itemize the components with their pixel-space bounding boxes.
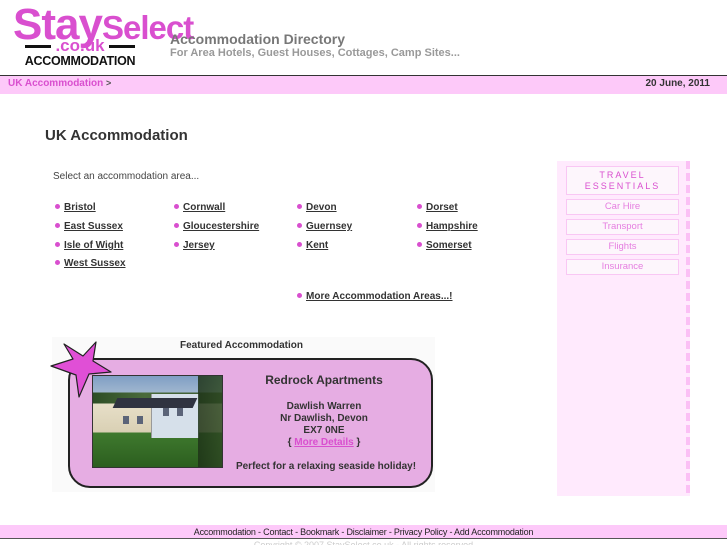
sidebar-item-flights[interactable]: Flights bbox=[566, 239, 679, 255]
bullet-icon bbox=[297, 241, 302, 247]
brace-open: { bbox=[287, 437, 292, 448]
area-link-guernsey[interactable]: Guernsey bbox=[306, 221, 352, 232]
area-item-jersey: Jersey bbox=[174, 240, 215, 251]
logo-domain-text: .co.uk bbox=[55, 36, 105, 55]
area-link-dorset[interactable]: Dorset bbox=[426, 202, 458, 213]
bullet-icon bbox=[174, 241, 179, 247]
bullet-icon bbox=[417, 222, 422, 228]
page-title: UK Accommodation bbox=[45, 127, 188, 144]
featured-heading: Featured Accommodation bbox=[180, 340, 303, 351]
bullet-icon bbox=[297, 222, 302, 228]
footer-link-accommodation[interactable]: Accommodation bbox=[194, 527, 256, 537]
area-link-hampshire[interactable]: Hampshire bbox=[426, 221, 478, 232]
breadcrumb-separator: > bbox=[105, 78, 112, 88]
bullet-icon bbox=[417, 241, 422, 247]
footer-link-privacy-policy[interactable]: Privacy Policy bbox=[394, 527, 447, 537]
featured-tagline: Perfect for a relaxing seaside holiday! bbox=[235, 461, 417, 472]
area-link-west-sussex[interactable]: West Sussex bbox=[64, 258, 126, 269]
area-link-bristol[interactable]: Bristol bbox=[64, 202, 96, 213]
footer-link-add-accommodation[interactable]: Add Accommodation bbox=[454, 527, 533, 537]
footer-link-bookmark[interactable]: Bookmark bbox=[300, 527, 339, 537]
featured-details: { More Details } bbox=[228, 437, 420, 448]
bullet-icon bbox=[55, 259, 60, 265]
bullet-icon bbox=[174, 203, 179, 209]
site-title: Accommodation Directory bbox=[170, 31, 346, 47]
sidebar-heading-line-2: ESSENTIALS bbox=[584, 181, 661, 191]
site-logo[interactable]: StaySelect .co.uk ACCOMMODATION bbox=[10, 3, 194, 69]
featured-address-line-2: Nr Dawlish, Devon bbox=[280, 413, 368, 424]
sidebar-heading: TRAVEL ESSENTIALS bbox=[566, 166, 679, 195]
featured-address-line-1: Dawlish Warren bbox=[286, 401, 362, 412]
logo-rule-left bbox=[25, 45, 52, 49]
area-item-east-sussex: East Sussex bbox=[55, 221, 123, 232]
area-item-west-sussex: West Sussex bbox=[55, 258, 126, 269]
footer-separator: - bbox=[339, 527, 347, 537]
site-subtitle: For Area Hotels, Guest Houses, Cottages,… bbox=[170, 47, 460, 59]
photo-tree bbox=[198, 376, 222, 467]
bullet-icon bbox=[297, 203, 302, 209]
current-date: 20 June, 2011 bbox=[645, 78, 711, 89]
area-item-guernsey: Guernsey bbox=[297, 221, 352, 232]
area-link-isle-of-wight[interactable]: Isle of Wight bbox=[64, 240, 123, 251]
area-link-cornwall[interactable]: Cornwall bbox=[183, 202, 225, 213]
area-item-cornwall: Cornwall bbox=[174, 202, 225, 213]
sidebar-heading-line-1: TRAVEL bbox=[599, 170, 646, 180]
logo-rule-right bbox=[108, 45, 135, 49]
more-areas-link[interactable]: More Accommodation Areas...! bbox=[306, 291, 453, 302]
bullet-icon bbox=[174, 222, 179, 228]
breadcrumb: UK Accommodation > bbox=[8, 78, 111, 89]
footer-link-contact[interactable]: Contact bbox=[263, 527, 293, 537]
area-link-somerset[interactable]: Somerset bbox=[426, 240, 472, 251]
more-details-link[interactable]: More Details bbox=[294, 437, 353, 448]
footer-link-disclaimer[interactable]: Disclaimer bbox=[347, 527, 387, 537]
photo-window bbox=[137, 416, 143, 424]
brace-close: } bbox=[356, 437, 361, 448]
area-link-jersey[interactable]: Jersey bbox=[183, 240, 215, 251]
photo-window bbox=[123, 416, 129, 424]
photo-window bbox=[163, 408, 169, 416]
bullet-icon bbox=[55, 203, 60, 209]
footer-nav: Accommodation - Contact - Bookmark - Dis… bbox=[0, 525, 727, 539]
area-item-devon: Devon bbox=[297, 202, 337, 213]
logo-domain: .co.uk bbox=[10, 37, 150, 54]
bullet-icon bbox=[417, 203, 422, 209]
site-header: StaySelect .co.uk ACCOMMODATION Accommod… bbox=[0, 0, 727, 75]
area-item-somerset: Somerset bbox=[417, 240, 472, 251]
sidebar-item-transport[interactable]: Transport bbox=[566, 219, 679, 235]
area-link-kent[interactable]: Kent bbox=[306, 240, 328, 251]
intro-text: Select an accommodation area... bbox=[53, 171, 200, 182]
footer-separator: - bbox=[386, 527, 394, 537]
sidebar-item-insurance[interactable]: Insurance bbox=[566, 259, 679, 275]
featured-name: Redrock Apartments bbox=[265, 373, 383, 387]
logo-tagline: ACCOMMODATION bbox=[24, 54, 136, 68]
photo-roof bbox=[112, 398, 198, 408]
star-icon bbox=[50, 341, 112, 398]
featured-postcode: EX7 0NE bbox=[303, 425, 345, 436]
area-item-gloucestershire: Gloucestershire bbox=[174, 221, 259, 232]
bullet-icon bbox=[55, 222, 60, 228]
area-item-kent: Kent bbox=[297, 240, 328, 251]
area-link-gloucestershire[interactable]: Gloucestershire bbox=[183, 221, 259, 232]
sidebar-item-car-hire[interactable]: Car Hire bbox=[566, 199, 679, 215]
breadcrumb-bar: UK Accommodation > 20 June, 2011 bbox=[0, 75, 727, 94]
area-item-isle-of-wight: Isle of Wight bbox=[55, 240, 123, 251]
bullet-icon bbox=[297, 292, 302, 298]
breadcrumb-uk-accommodation[interactable]: UK Accommodation bbox=[8, 78, 103, 89]
more-areas-item: More Accommodation Areas...! bbox=[297, 291, 453, 302]
area-link-east-sussex[interactable]: East Sussex bbox=[64, 221, 123, 232]
sidebar-dashed-edge bbox=[686, 161, 690, 496]
copyright-text: Copyright © 2007 StaySelect.co.uk - All … bbox=[253, 540, 474, 545]
area-item-hampshire: Hampshire bbox=[417, 221, 478, 232]
area-item-bristol: Bristol bbox=[55, 202, 96, 213]
photo-window bbox=[177, 408, 183, 416]
footer-separator: - bbox=[447, 527, 455, 537]
area-item-dorset: Dorset bbox=[417, 202, 458, 213]
area-link-devon[interactable]: Devon bbox=[306, 202, 337, 213]
bullet-icon bbox=[55, 241, 60, 247]
